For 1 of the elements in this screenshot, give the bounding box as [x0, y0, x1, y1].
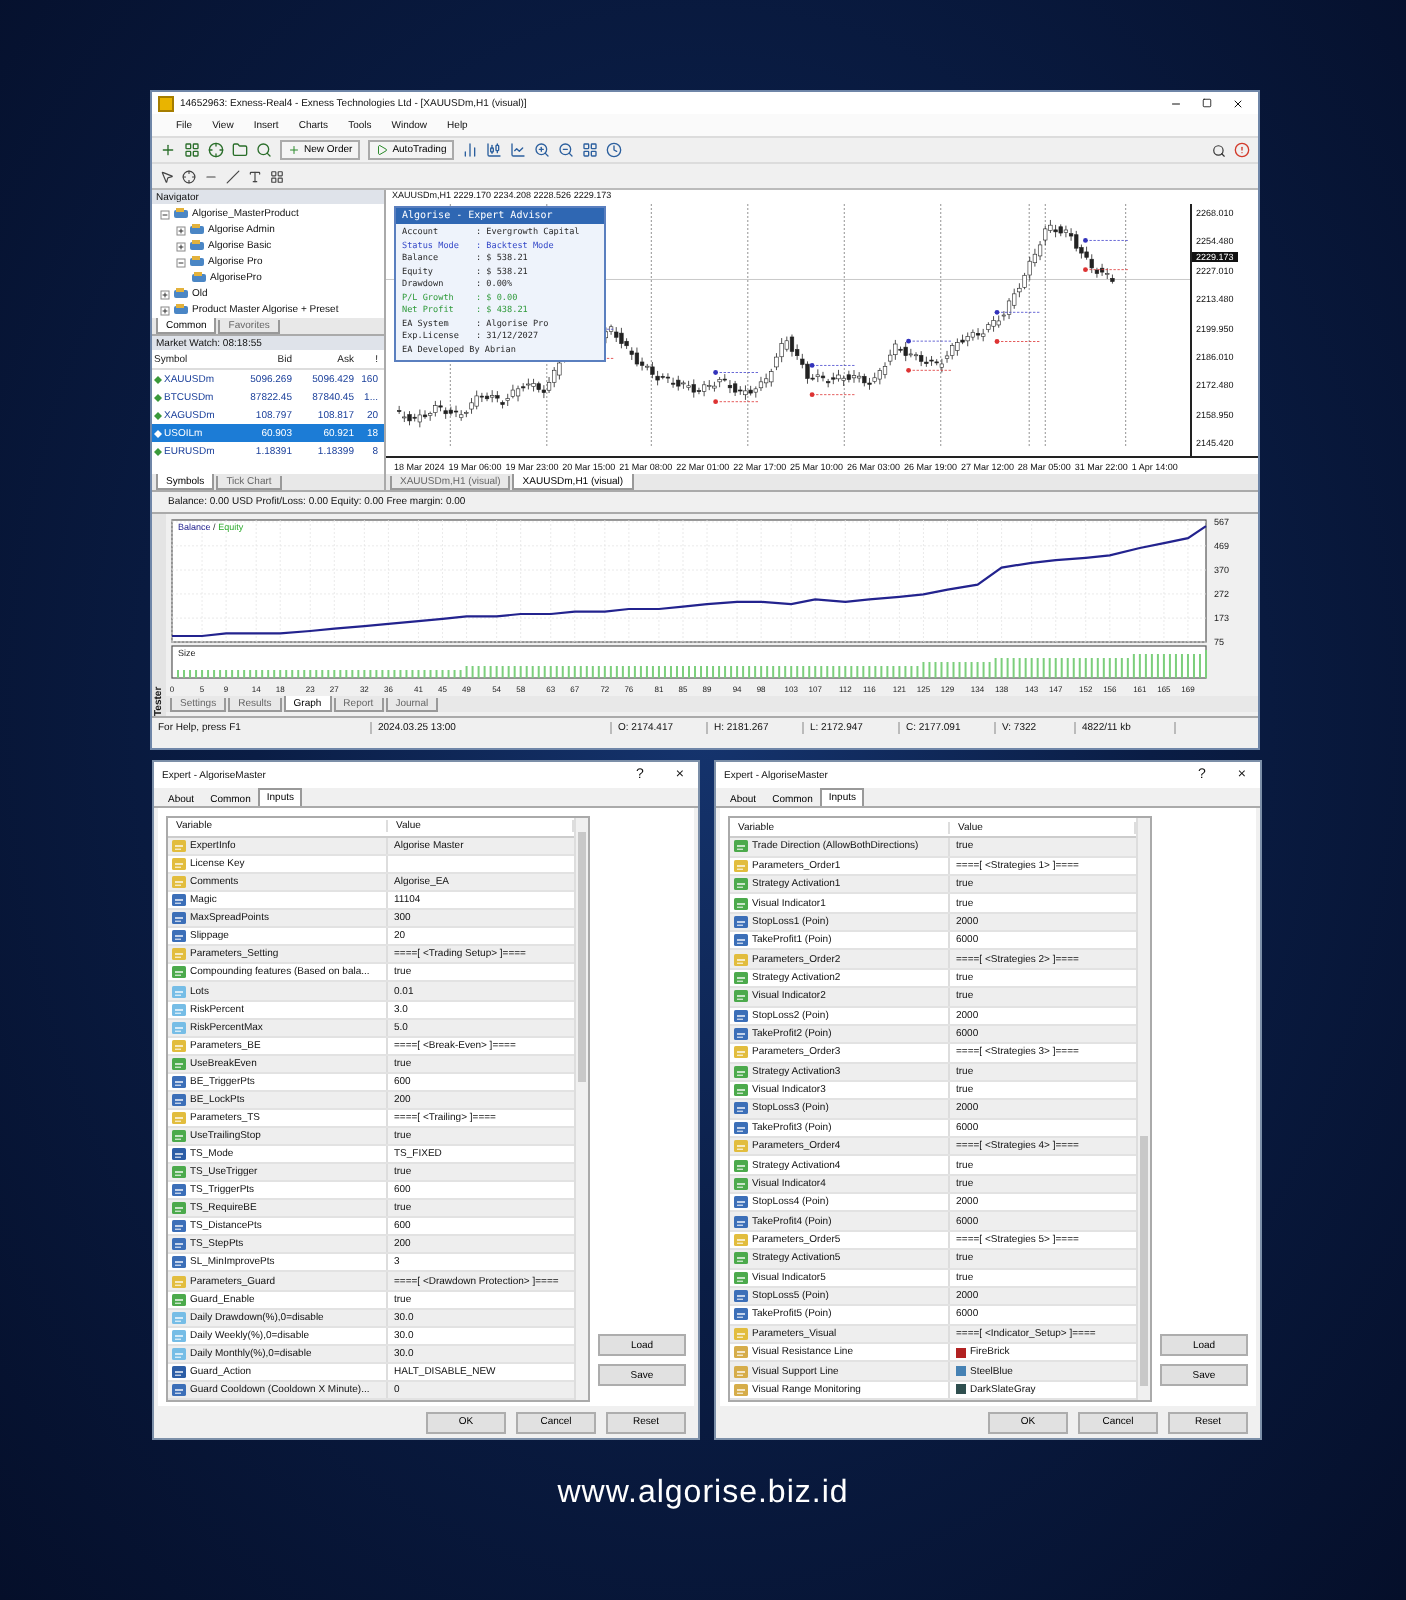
- website-url: www.algorise.biz.id: [557, 1476, 849, 1512]
